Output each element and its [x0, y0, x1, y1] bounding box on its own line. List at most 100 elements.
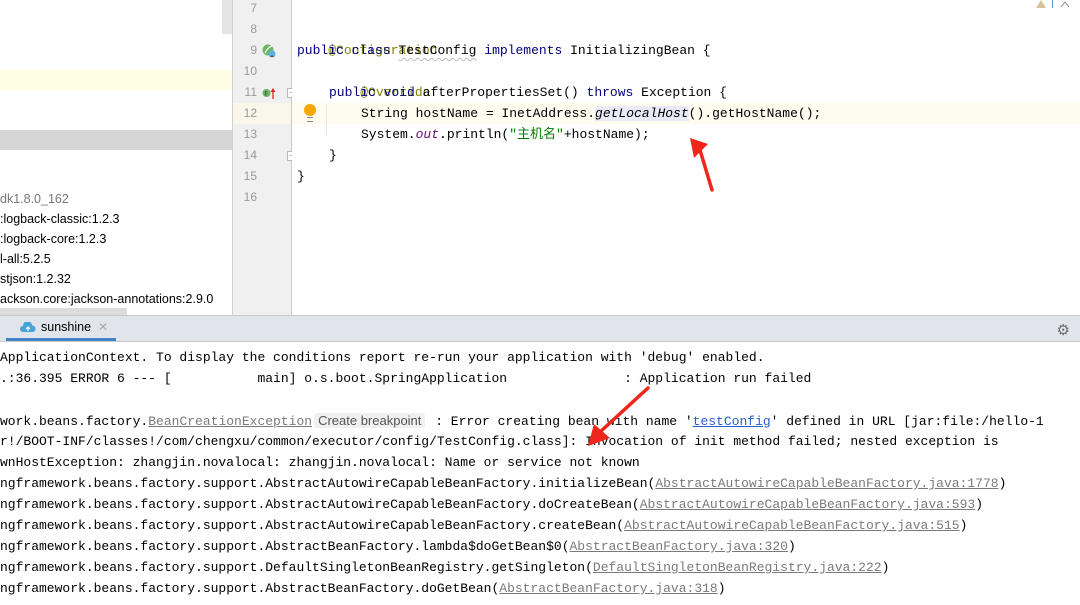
stack-frame-text: ) [787, 539, 796, 554]
code-line-8[interactable]: @Configuration [297, 19, 437, 58]
bean-name-link[interactable]: testConfig [693, 414, 771, 429]
source-link[interactable]: AbstractAutowireCapableBeanFactory.java:… [655, 476, 998, 491]
code-line-15[interactable]: } [297, 166, 305, 187]
stack-frame-text: ) [998, 476, 1007, 491]
console-text: work.beans.factory. [0, 414, 149, 429]
code-token: .println( [439, 127, 510, 142]
console-text: ' defined in URL [jar:file:/hello-1 [770, 414, 1044, 429]
keyword-token: void [383, 85, 415, 100]
lightbulb-icon[interactable] [304, 104, 316, 122]
line-number: 14 [243, 148, 257, 162]
keyword-token: throws [586, 85, 634, 100]
stack-frame-text: ) [975, 497, 983, 512]
editor-inspection-widget[interactable] [1036, 0, 1070, 8]
stack-frame: ngframework.beans.factory.support.Abstra… [0, 536, 796, 557]
stack-frame-text: ngframework.beans.factory.support.Abstra… [0, 497, 640, 512]
line-number: 10 [243, 64, 257, 78]
line-number: 15 [243, 169, 257, 183]
source-link[interactable]: AbstractBeanFactory.java:318 [499, 581, 717, 596]
spring-bean-icon[interactable] [262, 44, 276, 58]
interface-token: InitializingBean [570, 43, 695, 58]
line-number: 16 [243, 190, 257, 204]
close-icon[interactable]: ✕ [98, 320, 108, 334]
tree-item-library[interactable]: :logback-core:1.2.3 [0, 229, 106, 249]
console-line: r!/BOOT-INF/classes!/com/chengxu/common/… [0, 434, 999, 449]
create-breakpoint-button[interactable]: Create breakpoint [314, 413, 426, 428]
line-number: 9 [250, 43, 257, 57]
exception-class-link[interactable]: BeanCreationException [148, 414, 312, 429]
inspection-separator [1052, 0, 1053, 8]
code-line-11[interactable]: public void afterPropertiesSet() throws … [329, 82, 727, 103]
brace-token: { [694, 43, 711, 58]
tree-row-selected[interactable] [0, 130, 232, 150]
line-number: 7 [250, 1, 257, 15]
static-field-token: out [415, 127, 440, 142]
brace-token: { [711, 85, 727, 100]
code-token: ().getHostName(); [688, 106, 822, 121]
code-editor[interactable]: @Configuration public class TestConfig i… [292, 0, 1080, 315]
code-token: String hostName = InetAddress. [361, 106, 596, 121]
spring-boot-cloud-icon [20, 321, 36, 332]
project-tree[interactable]: dk1.8.0_162 :logback-classic:1.2.3 :logb… [0, 0, 232, 315]
source-link[interactable]: DefaultSingletonBeanRegistry.java:222 [593, 560, 882, 575]
source-link[interactable]: AbstractAutowireCapableBeanFactory.java:… [624, 518, 959, 533]
method-name-token: afterPropertiesSet [422, 85, 564, 100]
source-link[interactable]: AbstractBeanFactory.java:320 [570, 539, 788, 554]
stack-frame-text: ) [959, 518, 968, 533]
source-link[interactable]: AbstractAutowireCapableBeanFactory.java:… [640, 497, 975, 512]
code-line-10[interactable]: @Override [329, 61, 430, 100]
implements-method-icon[interactable]: I [262, 86, 276, 100]
console-output[interactable]: ApplicationContext. To display the condi… [0, 342, 1080, 605]
stack-frame-text: ngframework.beans.factory.support.Abstra… [0, 581, 500, 596]
svg-text:I: I [265, 91, 267, 98]
tree-horizontal-scrollbar[interactable] [0, 308, 127, 315]
code-token: System. [361, 127, 416, 142]
stack-frame: ngframework.beans.factory.support.Abstra… [0, 473, 1006, 494]
code-line-12[interactable]: String hostName = InetAddress.getLocalHo… [361, 103, 821, 124]
exception-token: Exception [641, 85, 712, 100]
tree-item-library[interactable]: ackson.core:jackson-annotations:2.9.0 [0, 289, 213, 309]
indent-guide [326, 104, 327, 136]
code-token: +hostName); [563, 127, 650, 142]
tree-item-library[interactable]: :logback-classic:1.2.3 [0, 209, 120, 229]
stack-frame: ngframework.beans.factory.support.Abstra… [0, 494, 983, 515]
editor-gutter[interactable]: 7 8 9 10 11 12 13 14 15 16 I − − [232, 0, 296, 315]
stack-frame: ngframework.beans.factory.support.Abstra… [0, 578, 726, 599]
keyword-token: implements [484, 43, 563, 58]
console-text: : Error creating bean with name ' [427, 414, 693, 429]
stack-frame-text: ngframework.beans.factory.support.Abstra… [0, 476, 656, 491]
class-name-token: TestConfig [398, 43, 477, 58]
console-line: wnHostException: zhangjin.novalocal: zha… [0, 455, 640, 470]
run-tab-label: sunshine [41, 320, 92, 334]
stack-frame-text: ) [881, 560, 890, 575]
line-number: 8 [250, 22, 257, 36]
stack-frame: ngframework.beans.factory.support.Abstra… [0, 515, 967, 536]
line-number: 11 [244, 85, 257, 99]
tree-item-library[interactable]: stjson:1.2.32 [0, 269, 71, 289]
tree-item-library[interactable]: l-all:5.2.5 [0, 249, 51, 269]
static-call-token: getLocalHost [595, 106, 689, 121]
stack-frame-text: ngframework.beans.factory.support.Defaul… [0, 560, 593, 575]
keyword-token: public [297, 43, 344, 58]
code-line-14[interactable]: } [329, 145, 337, 166]
code-line-13[interactable]: System.out.println("主机名"+hostName); [361, 124, 650, 145]
string-token: "主机名" [509, 127, 564, 142]
params-token: () [563, 85, 579, 100]
code-line-9[interactable]: public class TestConfig implements Initi… [297, 40, 711, 61]
chevron-up-icon[interactable] [1060, 0, 1070, 8]
tree-scrollbar[interactable] [222, 0, 232, 34]
console-line: .:36.395 ERROR 6 --- [ main] o.s.boot.Sp… [0, 371, 812, 386]
stack-frame-text: ngframework.beans.factory.support.Abstra… [0, 518, 625, 533]
warning-icon[interactable] [1036, 0, 1046, 8]
tree-item-sdk[interactable]: dk1.8.0_162 [0, 189, 69, 209]
line-number: 12 [243, 106, 257, 120]
stack-frame-text: ) [717, 581, 726, 596]
gear-icon[interactable]: ⚙ [1057, 321, 1070, 339]
tree-row-highlight [0, 70, 232, 90]
run-tool-window-header: sunshine ✕ ⚙ [0, 315, 1080, 342]
keyword-token: class [351, 43, 391, 58]
run-tab-sunshine[interactable]: sunshine ✕ [6, 316, 116, 341]
console-line: work.beans.factory.BeanCreationException… [0, 410, 1044, 431]
stack-frame: ngframework.beans.factory.support.Defaul… [0, 557, 889, 578]
line-number: 13 [243, 127, 257, 141]
